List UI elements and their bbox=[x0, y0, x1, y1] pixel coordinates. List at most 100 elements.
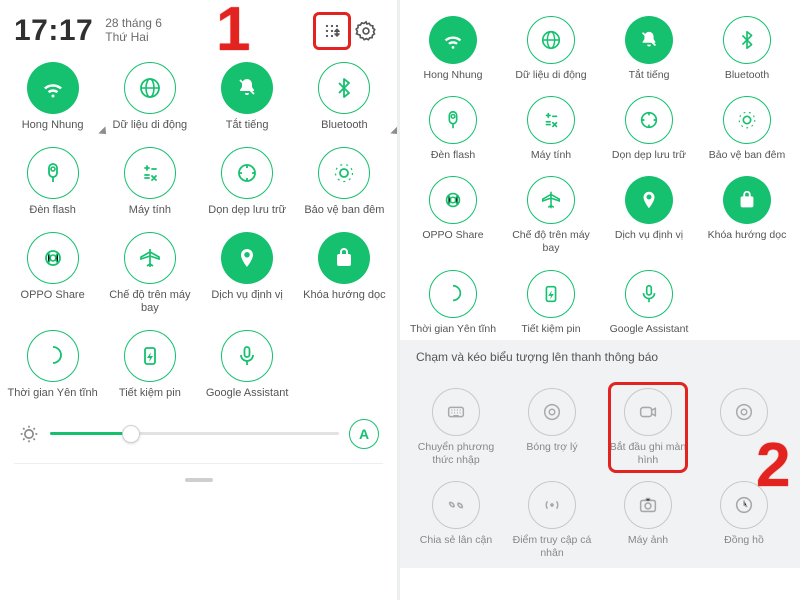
tile-label: Chuyển phương thức nhập bbox=[410, 441, 502, 467]
tile-nearby-share[interactable]: Chia sẻ lân cận bbox=[408, 477, 504, 564]
tile-wifi[interactable]: Hong Nhung bbox=[404, 12, 502, 86]
quick-settings-panel-step1: 17:17 28 tháng 6 Thứ Hai Hong NhungDữ li… bbox=[0, 0, 400, 600]
tile-mobile-data[interactable]: Dữ liệu di động bbox=[101, 58, 198, 137]
wifi-icon bbox=[429, 16, 477, 64]
flashlight-icon bbox=[27, 147, 79, 199]
brightness-row: A bbox=[0, 405, 397, 453]
panel-handle[interactable] bbox=[185, 478, 213, 482]
tile-flashlight[interactable]: Đèn flash bbox=[4, 143, 101, 222]
assistive-ball-icon bbox=[528, 388, 576, 436]
tile-location[interactable]: Dịch vụ định vị bbox=[600, 172, 698, 259]
tile-cleanup[interactable]: Dọn dẹp lưu trữ bbox=[199, 143, 296, 222]
tile-night[interactable]: Bảo vệ ban đêm bbox=[698, 92, 796, 166]
edit-tiles-area: Chạm và kéo biểu tượng lên thanh thông b… bbox=[400, 340, 800, 569]
tile-bluetooth[interactable]: Bluetooth bbox=[698, 12, 796, 86]
tile-label: Bóng trợ lý bbox=[526, 441, 577, 454]
tile-camera[interactable]: Máy ảnh bbox=[600, 477, 696, 564]
tile-dnd[interactable]: Thời gian Yên tĩnh bbox=[404, 266, 502, 340]
tile-label: Bluetooth bbox=[725, 69, 769, 82]
rotation-lock-icon bbox=[318, 232, 370, 284]
dnd-icon bbox=[429, 270, 477, 318]
tile-label: Đèn flash bbox=[29, 204, 75, 218]
assistant-icon bbox=[625, 270, 673, 318]
battery-saver-icon bbox=[124, 330, 176, 382]
tile-airplane[interactable]: Chế độ trên máy bay bbox=[502, 172, 600, 259]
tile-night[interactable]: Bảo vệ ban đêm bbox=[296, 143, 393, 222]
tile-oppo-share[interactable]: OPPO Share bbox=[4, 228, 101, 321]
airplane-icon bbox=[124, 232, 176, 284]
tile-calculator[interactable]: Máy tính bbox=[502, 92, 600, 166]
tile-label: Khóa hướng dọc bbox=[708, 229, 787, 242]
tile-label: Đồng hồ bbox=[724, 534, 764, 547]
tile-mute[interactable]: Tắt tiếng bbox=[600, 12, 698, 86]
flashlight-icon bbox=[429, 96, 477, 144]
tile-label: Máy ảnh bbox=[628, 534, 668, 547]
tile-label: Dịch vụ định vị bbox=[211, 289, 283, 303]
expand-indicator bbox=[390, 126, 400, 137]
tile-label: Google Assistant bbox=[610, 323, 689, 336]
tile-label: Đèn flash bbox=[431, 149, 475, 162]
step-number-1: 1 bbox=[216, 0, 250, 65]
calculator-icon bbox=[527, 96, 575, 144]
tile-assistive-ball[interactable]: Bóng trợ lý bbox=[504, 384, 600, 471]
brightness-slider[interactable] bbox=[50, 432, 339, 435]
tile-mute[interactable]: Tắt tiếng bbox=[199, 58, 296, 137]
tile-label: Dọn dẹp lưu trữ bbox=[612, 149, 686, 162]
tile-label: Điểm truy cập cá nhân bbox=[506, 534, 598, 560]
tile-label: Hong Nhung bbox=[22, 119, 84, 133]
tile-flashlight[interactable]: Đèn flash bbox=[404, 92, 502, 166]
tile-location[interactable]: Dịch vụ định vị bbox=[199, 228, 296, 321]
tile-dnd[interactable]: Thời gian Yên tĩnh bbox=[4, 326, 101, 405]
dnd-icon bbox=[27, 330, 79, 382]
battery-saver-icon bbox=[527, 270, 575, 318]
tile-screen-record[interactable]: Bắt đầu ghi màn hình bbox=[600, 384, 696, 471]
tile-assistant[interactable]: Google Assistant bbox=[600, 266, 698, 340]
tile-label: Google Assistant bbox=[206, 387, 289, 401]
tile-label: Dữ liệu di động bbox=[113, 119, 188, 133]
nearby-share-icon bbox=[432, 481, 480, 529]
tile-label: Bảo vệ ban đêm bbox=[304, 204, 384, 218]
tile-label: Tắt tiếng bbox=[629, 69, 670, 82]
tile-battery-saver[interactable]: Tiết kiệm pin bbox=[502, 266, 600, 340]
rotation-lock-icon bbox=[723, 176, 771, 224]
tiles-grid: Hong Nhung Dữ liệu di động Tắt tiếngBlueto… bbox=[0, 54, 397, 405]
tile-bluetooth[interactable]: Bluetooth bbox=[296, 58, 393, 137]
tile-airplane[interactable]: Chế độ trên máy bay bbox=[101, 228, 198, 321]
tile-cleanup[interactable]: Dọn dẹp lưu trữ bbox=[600, 92, 698, 166]
tile-hotspot[interactable]: Điểm truy cập cá nhân bbox=[504, 477, 600, 564]
clock-time: 17:17 bbox=[14, 14, 93, 48]
auto-brightness-toggle[interactable]: A bbox=[349, 419, 379, 449]
bluetooth-icon bbox=[318, 62, 370, 114]
mute-icon bbox=[221, 62, 273, 114]
edit-tiles-button[interactable] bbox=[315, 14, 349, 48]
tile-battery-saver[interactable]: Tiết kiệm pin bbox=[101, 326, 198, 405]
tile-label: Hong Nhung bbox=[424, 69, 483, 82]
brightness-icon bbox=[18, 423, 40, 445]
tile-assistant[interactable]: Google Assistant bbox=[199, 326, 296, 405]
input-method-icon bbox=[432, 388, 480, 436]
tile-wifi[interactable]: Hong Nhung bbox=[4, 58, 101, 137]
tiles-grid: Hong Nhung Dữ liệu di động Tắt tiếng Blueto… bbox=[400, 0, 800, 340]
tile-label: Chế độ trên máy bay bbox=[505, 229, 597, 255]
tile-input-method[interactable]: Chuyển phương thức nhập bbox=[408, 384, 504, 471]
tile-label: Dữ liệu di động bbox=[515, 69, 586, 82]
tile-oppo-share[interactable]: OPPO Share bbox=[404, 172, 502, 259]
tile-label: Chế độ trên máy bay bbox=[104, 289, 196, 317]
oppo-share-icon bbox=[429, 176, 477, 224]
camera-icon bbox=[624, 481, 672, 529]
settings-button[interactable] bbox=[349, 14, 383, 48]
tile-extra-icon bbox=[720, 388, 768, 436]
tile-rotation-lock[interactable]: Khóa hướng dọc bbox=[698, 172, 796, 259]
oppo-share-icon bbox=[27, 232, 79, 284]
tile-calculator[interactable]: Máy tính bbox=[101, 143, 198, 222]
tile-label: Bảo vệ ban đêm bbox=[709, 149, 785, 162]
cleanup-icon bbox=[625, 96, 673, 144]
tile-label: OPPO Share bbox=[422, 229, 483, 242]
mute-icon bbox=[625, 16, 673, 64]
tile-mobile-data[interactable]: Dữ liệu di động bbox=[502, 12, 600, 86]
tile-label: Máy tính bbox=[129, 204, 171, 218]
edit-area-title: Chạm và kéo biểu tượng lên thanh thông b… bbox=[404, 350, 796, 372]
tile-rotation-lock[interactable]: Khóa hướng dọc bbox=[296, 228, 393, 321]
bluetooth-icon bbox=[723, 16, 771, 64]
location-icon bbox=[625, 176, 673, 224]
